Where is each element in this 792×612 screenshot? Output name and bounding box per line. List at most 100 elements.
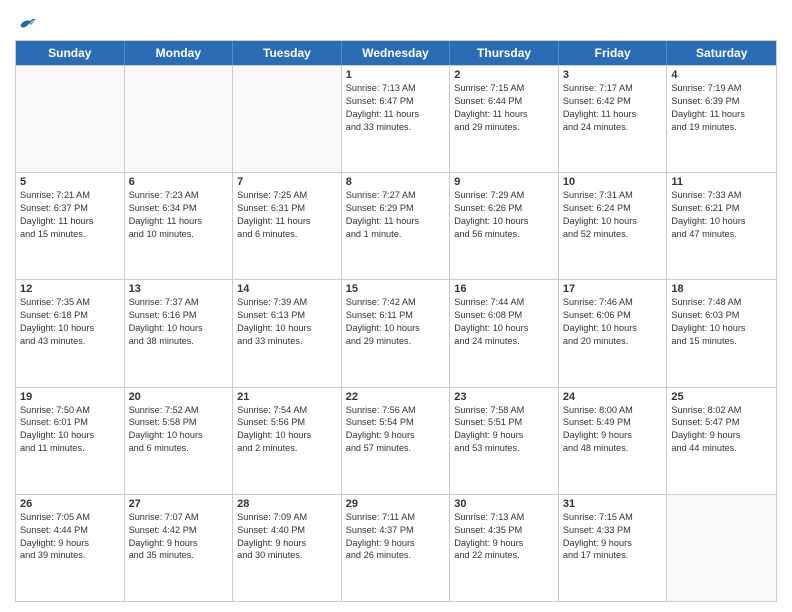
day-info: Sunrise: 7:07 AM Sunset: 4:42 PM Dayligh… [129,511,229,563]
day-info: Sunrise: 7:13 AM Sunset: 6:47 PM Dayligh… [346,82,446,134]
week-row-1: 1Sunrise: 7:13 AM Sunset: 6:47 PM Daylig… [16,65,776,172]
cal-cell-3-2: 13Sunrise: 7:37 AM Sunset: 6:16 PM Dayli… [125,280,234,386]
day-info: Sunrise: 7:58 AM Sunset: 5:51 PM Dayligh… [454,404,554,456]
day-info: Sunrise: 7:17 AM Sunset: 6:42 PM Dayligh… [563,82,663,134]
day-info: Sunrise: 7:50 AM Sunset: 6:01 PM Dayligh… [20,404,120,456]
day-number: 21 [237,391,337,403]
cal-cell-1-3 [233,66,342,172]
day-number: 14 [237,283,337,295]
day-number: 27 [129,498,229,510]
cal-cell-4-2: 20Sunrise: 7:52 AM Sunset: 5:58 PM Dayli… [125,388,234,494]
day-number: 31 [563,498,663,510]
header-day-saturday: Saturday [667,41,776,65]
day-number: 9 [454,176,554,188]
day-info: Sunrise: 7:33 AM Sunset: 6:21 PM Dayligh… [671,189,772,241]
day-info: Sunrise: 7:27 AM Sunset: 6:29 PM Dayligh… [346,189,446,241]
day-number: 8 [346,176,446,188]
page: SundayMondayTuesdayWednesdayThursdayFrid… [0,0,792,612]
calendar-body: 1Sunrise: 7:13 AM Sunset: 6:47 PM Daylig… [16,65,776,601]
day-number: 28 [237,498,337,510]
cal-cell-4-5: 23Sunrise: 7:58 AM Sunset: 5:51 PM Dayli… [450,388,559,494]
day-number: 1 [346,69,446,81]
cal-cell-1-2 [125,66,234,172]
header-day-thursday: Thursday [450,41,559,65]
day-info: Sunrise: 7:05 AM Sunset: 4:44 PM Dayligh… [20,511,120,563]
week-row-5: 26Sunrise: 7:05 AM Sunset: 4:44 PM Dayli… [16,494,776,601]
logo-bird-icon [17,14,37,34]
day-info: Sunrise: 7:13 AM Sunset: 4:35 PM Dayligh… [454,511,554,563]
cal-cell-2-1: 5Sunrise: 7:21 AM Sunset: 6:37 PM Daylig… [16,173,125,279]
cal-cell-2-3: 7Sunrise: 7:25 AM Sunset: 6:31 PM Daylig… [233,173,342,279]
cal-cell-2-6: 10Sunrise: 7:31 AM Sunset: 6:24 PM Dayli… [559,173,668,279]
cal-cell-4-3: 21Sunrise: 7:54 AM Sunset: 5:56 PM Dayli… [233,388,342,494]
day-number: 24 [563,391,663,403]
cal-cell-2-2: 6Sunrise: 7:23 AM Sunset: 6:34 PM Daylig… [125,173,234,279]
cal-cell-4-7: 25Sunrise: 8:02 AM Sunset: 5:47 PM Dayli… [667,388,776,494]
cal-cell-2-7: 11Sunrise: 7:33 AM Sunset: 6:21 PM Dayli… [667,173,776,279]
day-number: 13 [129,283,229,295]
cal-cell-1-1 [16,66,125,172]
day-number: 22 [346,391,446,403]
day-number: 12 [20,283,120,295]
day-info: Sunrise: 8:00 AM Sunset: 5:49 PM Dayligh… [563,404,663,456]
day-info: Sunrise: 7:39 AM Sunset: 6:13 PM Dayligh… [237,296,337,348]
cal-cell-3-4: 15Sunrise: 7:42 AM Sunset: 6:11 PM Dayli… [342,280,451,386]
day-info: Sunrise: 7:19 AM Sunset: 6:39 PM Dayligh… [671,82,772,134]
day-info: Sunrise: 7:31 AM Sunset: 6:24 PM Dayligh… [563,189,663,241]
day-number: 11 [671,176,772,188]
day-info: Sunrise: 7:46 AM Sunset: 6:06 PM Dayligh… [563,296,663,348]
day-number: 20 [129,391,229,403]
week-row-3: 12Sunrise: 7:35 AM Sunset: 6:18 PM Dayli… [16,279,776,386]
day-number: 15 [346,283,446,295]
calendar-header-row: SundayMondayTuesdayWednesdayThursdayFrid… [16,41,776,65]
day-info: Sunrise: 8:02 AM Sunset: 5:47 PM Dayligh… [671,404,772,456]
cal-cell-4-6: 24Sunrise: 8:00 AM Sunset: 5:49 PM Dayli… [559,388,668,494]
week-row-4: 19Sunrise: 7:50 AM Sunset: 6:01 PM Dayli… [16,387,776,494]
day-number: 17 [563,283,663,295]
cal-cell-5-3: 28Sunrise: 7:09 AM Sunset: 4:40 PM Dayli… [233,495,342,601]
cal-cell-5-2: 27Sunrise: 7:07 AM Sunset: 4:42 PM Dayli… [125,495,234,601]
day-info: Sunrise: 7:56 AM Sunset: 5:54 PM Dayligh… [346,404,446,456]
day-info: Sunrise: 7:48 AM Sunset: 6:03 PM Dayligh… [671,296,772,348]
calendar: SundayMondayTuesdayWednesdayThursdayFrid… [15,40,777,602]
day-number: 19 [20,391,120,403]
day-info: Sunrise: 7:15 AM Sunset: 6:44 PM Dayligh… [454,82,554,134]
day-number: 4 [671,69,772,81]
day-info: Sunrise: 7:35 AM Sunset: 6:18 PM Dayligh… [20,296,120,348]
day-info: Sunrise: 7:21 AM Sunset: 6:37 PM Dayligh… [20,189,120,241]
header [15,10,777,34]
day-info: Sunrise: 7:52 AM Sunset: 5:58 PM Dayligh… [129,404,229,456]
day-number: 6 [129,176,229,188]
day-info: Sunrise: 7:09 AM Sunset: 4:40 PM Dayligh… [237,511,337,563]
day-number: 26 [20,498,120,510]
day-info: Sunrise: 7:15 AM Sunset: 4:33 PM Dayligh… [563,511,663,563]
header-day-tuesday: Tuesday [233,41,342,65]
cal-cell-5-1: 26Sunrise: 7:05 AM Sunset: 4:44 PM Dayli… [16,495,125,601]
cal-cell-1-6: 3Sunrise: 7:17 AM Sunset: 6:42 PM Daylig… [559,66,668,172]
day-number: 5 [20,176,120,188]
cal-cell-2-4: 8Sunrise: 7:27 AM Sunset: 6:29 PM Daylig… [342,173,451,279]
header-day-friday: Friday [559,41,668,65]
day-number: 30 [454,498,554,510]
day-number: 7 [237,176,337,188]
cal-cell-5-5: 30Sunrise: 7:13 AM Sunset: 4:35 PM Dayli… [450,495,559,601]
day-number: 3 [563,69,663,81]
day-info: Sunrise: 7:37 AM Sunset: 6:16 PM Dayligh… [129,296,229,348]
cal-cell-5-6: 31Sunrise: 7:15 AM Sunset: 4:33 PM Dayli… [559,495,668,601]
day-number: 2 [454,69,554,81]
day-info: Sunrise: 7:54 AM Sunset: 5:56 PM Dayligh… [237,404,337,456]
header-day-sunday: Sunday [16,41,125,65]
cal-cell-4-1: 19Sunrise: 7:50 AM Sunset: 6:01 PM Dayli… [16,388,125,494]
day-info: Sunrise: 7:11 AM Sunset: 4:37 PM Dayligh… [346,511,446,563]
day-number: 18 [671,283,772,295]
header-day-monday: Monday [125,41,234,65]
day-info: Sunrise: 7:29 AM Sunset: 6:26 PM Dayligh… [454,189,554,241]
cal-cell-1-5: 2Sunrise: 7:15 AM Sunset: 6:44 PM Daylig… [450,66,559,172]
logo [15,10,37,34]
cal-cell-3-3: 14Sunrise: 7:39 AM Sunset: 6:13 PM Dayli… [233,280,342,386]
day-number: 23 [454,391,554,403]
day-info: Sunrise: 7:25 AM Sunset: 6:31 PM Dayligh… [237,189,337,241]
day-info: Sunrise: 7:44 AM Sunset: 6:08 PM Dayligh… [454,296,554,348]
cal-cell-1-4: 1Sunrise: 7:13 AM Sunset: 6:47 PM Daylig… [342,66,451,172]
cal-cell-3-7: 18Sunrise: 7:48 AM Sunset: 6:03 PM Dayli… [667,280,776,386]
